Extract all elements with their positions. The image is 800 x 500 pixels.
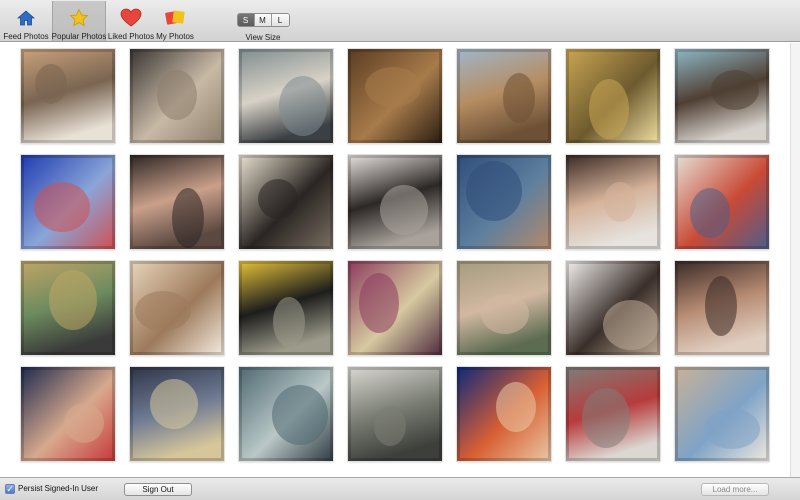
tab-popular-photos[interactable]: Popular Photos xyxy=(52,1,106,41)
photo-thumbnail[interactable] xyxy=(675,367,769,461)
photo-thumbnail[interactable] xyxy=(239,155,333,249)
vertical-scrollbar[interactable] xyxy=(790,43,800,477)
view-size-control: S M L View Size xyxy=(220,10,306,42)
tab-label: Popular Photos xyxy=(51,32,107,41)
photo-thumbnail[interactable] xyxy=(239,49,333,143)
view-size-label: View Size xyxy=(245,33,281,42)
photo-thumbnail[interactable] xyxy=(675,155,769,249)
tab-my-photos[interactable]: My Photos xyxy=(155,1,195,41)
sign-out-button[interactable]: Sign Out xyxy=(124,483,192,496)
photo-thumbnail[interactable] xyxy=(457,155,551,249)
photo-thumbnail[interactable] xyxy=(566,155,660,249)
photo-thumbnail[interactable] xyxy=(348,261,442,355)
photo-thumbnail[interactable] xyxy=(21,155,115,249)
heart-icon xyxy=(120,7,142,29)
photo-thumbnail[interactable] xyxy=(457,49,551,143)
home-icon xyxy=(15,7,37,29)
photo-thumbnail[interactable] xyxy=(566,261,660,355)
photo-thumbnail[interactable] xyxy=(348,49,442,143)
photo-thumbnail[interactable] xyxy=(675,49,769,143)
star-icon xyxy=(68,7,90,29)
photo-thumbnail[interactable] xyxy=(348,155,442,249)
photo-thumbnail[interactable] xyxy=(239,367,333,461)
photo-thumbnail[interactable] xyxy=(566,367,660,461)
photo-thumbnail[interactable] xyxy=(457,367,551,461)
photo-thumbnail[interactable] xyxy=(130,367,224,461)
tab-label: Liked Photos xyxy=(107,32,155,41)
photo-thumbnail[interactable] xyxy=(348,367,442,461)
view-size-segmented: S M L xyxy=(236,13,290,27)
view-size-small[interactable]: S xyxy=(237,14,255,26)
tab-feed-photos[interactable]: Feed Photos xyxy=(3,1,49,41)
persist-label: Persist Signed-In User xyxy=(18,484,99,493)
view-size-large[interactable]: L xyxy=(271,14,289,26)
photos-icon xyxy=(164,7,186,29)
photo-thumbnail[interactable] xyxy=(130,261,224,355)
photo-thumbnail[interactable] xyxy=(21,49,115,143)
tab-label: My Photos xyxy=(156,32,194,41)
load-more-button[interactable]: Load more... xyxy=(701,483,769,496)
toolbar: Feed Photos Popular Photos Liked Photos … xyxy=(0,0,800,42)
photo-thumbnail[interactable] xyxy=(239,261,333,355)
photo-thumbnail[interactable] xyxy=(21,261,115,355)
bottom-bar: ✓ Persist Signed-In User Sign Out Load m… xyxy=(0,477,800,500)
photo-thumbnail[interactable] xyxy=(675,261,769,355)
photo-thumbnail[interactable] xyxy=(566,49,660,143)
tab-label: Feed Photos xyxy=(3,32,49,41)
photo-thumbnail[interactable] xyxy=(130,49,224,143)
photo-grid xyxy=(0,43,790,477)
photo-thumbnail[interactable] xyxy=(457,261,551,355)
photo-thumbnail[interactable] xyxy=(21,367,115,461)
persist-checkbox[interactable]: ✓ xyxy=(5,484,15,494)
view-size-medium[interactable]: M xyxy=(254,14,272,26)
tab-liked-photos[interactable]: Liked Photos xyxy=(108,1,154,41)
photo-thumbnail[interactable] xyxy=(130,155,224,249)
